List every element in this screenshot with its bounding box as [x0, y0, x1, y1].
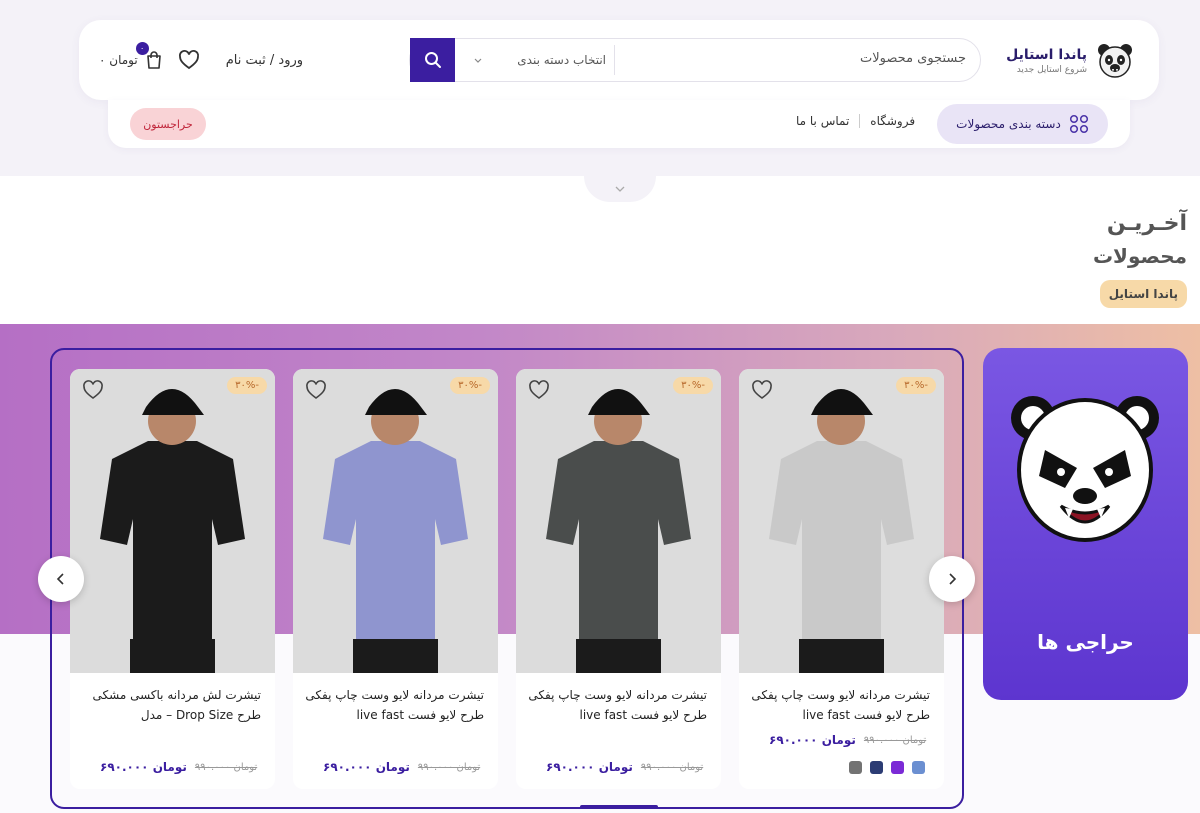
cart-button[interactable]: ۰ تومان ۰ — [99, 42, 164, 70]
nav-link-shop[interactable]: فروشگاه — [870, 114, 915, 128]
brand-name: پاندا استایل — [1006, 47, 1087, 63]
product-name[interactable]: تیشرت مردانه لایو وست چاپ پفکی طرح لایو … — [527, 685, 707, 725]
section-title: آخـریـن محصولات — [1093, 211, 1187, 268]
nav-link-contact[interactable]: تماس با ما — [796, 114, 849, 128]
discount-badge: ۳۰%- — [450, 377, 490, 394]
product-image[interactable] — [293, 369, 498, 673]
scroll-down-tab[interactable] — [584, 176, 656, 202]
color-swatch[interactable] — [849, 761, 862, 774]
product-photo — [70, 369, 275, 673]
brand-tagline: شروع استایل جدید — [1016, 65, 1087, 75]
chevron-down-icon — [474, 58, 482, 63]
section-title-line2: محصولات — [1092, 244, 1187, 268]
slider-prev-button[interactable] — [38, 556, 84, 602]
product-card[interactable]: ۳۰%- تیشرت لش مردانه باکسی مشکی طرح Drop… — [70, 369, 275, 789]
site-logo[interactable]: پاندا استایل شروع استایل جدید — [1006, 40, 1135, 82]
product-photo — [293, 369, 498, 673]
chevron-down-icon — [615, 186, 625, 192]
category-select-label: انتخاب دسته بندی — [517, 53, 606, 67]
product-image[interactable] — [70, 369, 275, 673]
product-name[interactable]: تیشرت مردانه لایو وست چاپ پفکی طرح لایو … — [750, 685, 930, 725]
chevron-left-icon — [56, 573, 64, 585]
product-name[interactable]: تیشرت مردانه لایو وست چاپ پفکی طرح لایو … — [304, 685, 484, 725]
slider-scrollbar[interactable] — [580, 805, 658, 809]
main-nav: دسته بندی محصولات تماس با ما فروشگاه حرا… — [108, 100, 1130, 148]
price-original: ۹۹۰.۰۰۰ تومان — [640, 761, 704, 773]
price-row: ۶۹۰.۰۰۰ تومان ۹۹۰.۰۰۰ تومان — [100, 760, 257, 774]
heart-icon[interactable] — [82, 379, 104, 401]
color-swatches — [849, 761, 925, 774]
price-original: ۹۹۰.۰۰۰ تومان — [194, 761, 258, 773]
price-current: ۶۹۰.۰۰۰ تومان — [100, 760, 187, 774]
color-swatch[interactable] — [870, 761, 883, 774]
cart-count-badge: ۰ — [135, 42, 149, 55]
search-input[interactable] — [626, 51, 966, 66]
price-current: ۶۹۰.۰۰۰ تومان — [769, 733, 856, 747]
cart-total: ۰ تومان — [99, 53, 138, 67]
product-photo — [516, 369, 721, 673]
product-name[interactable]: تیشرت لش مردانه باکسی مشکی طرح Drop Size… — [81, 685, 261, 725]
product-image[interactable] — [739, 369, 944, 673]
color-swatch[interactable] — [912, 761, 925, 774]
search-bar: انتخاب دسته بندی — [409, 38, 981, 82]
heart-icon[interactable] — [305, 379, 327, 401]
price-current: ۶۹۰.۰۰۰ تومان — [323, 760, 410, 774]
price-current: ۶۹۰.۰۰۰ تومان — [546, 760, 633, 774]
color-swatch[interactable] — [891, 761, 904, 774]
product-image[interactable] — [516, 369, 721, 673]
site-header: پاندا استایل شروع استایل جدید انتخاب دست… — [79, 20, 1159, 100]
nav-links: تماس با ما فروشگاه — [796, 114, 915, 128]
nav-divider — [859, 114, 861, 128]
sale-button[interactable]: حراجستون — [130, 108, 206, 140]
categories-menu-button[interactable]: دسته بندی محصولات — [937, 104, 1108, 144]
product-card[interactable]: ۳۰%- تیشرت مردانه لایو وست چاپ پفکی طرح … — [293, 369, 498, 789]
heart-icon[interactable] — [751, 379, 773, 401]
grid-icon — [1069, 114, 1088, 134]
categories-menu-label: دسته بندی محصولات — [956, 117, 1061, 131]
brand-tag: پاندا استایل — [1099, 280, 1187, 308]
login-register-link[interactable]: ورود / ثبت نام — [226, 53, 303, 68]
price-original: ۹۹۰.۰۰۰ تومان — [863, 734, 927, 746]
panda-logo-icon — [1098, 44, 1132, 78]
wishlist-heart-icon[interactable] — [178, 49, 200, 71]
product-photo — [739, 369, 944, 673]
price-row: ۶۹۰.۰۰۰ تومان ۹۹۰.۰۰۰ تومان — [323, 760, 480, 774]
product-card[interactable]: ۳۰%- تیشرت مردانه لایو وست چاپ پفکی طرح … — [516, 369, 721, 789]
category-select[interactable]: انتخاب دسته بندی — [465, 45, 615, 75]
discount-badge: ۳۰%- — [896, 377, 936, 394]
price-original: ۹۹۰.۰۰۰ تومان — [417, 761, 481, 773]
discount-badge: ۳۰%- — [227, 377, 267, 394]
heart-icon[interactable] — [528, 379, 550, 401]
header-actions: ۰ تومان ۰ ورود / ثبت نام — [99, 42, 303, 71]
discount-badge: ۳۰%- — [673, 377, 713, 394]
deals-label: حراجی ها — [1037, 630, 1134, 654]
panda-mascot-icon — [1011, 396, 1159, 542]
search-button[interactable] — [410, 38, 455, 82]
price-row: ۶۹۰.۰۰۰ تومان ۹۹۰.۰۰۰ تومان — [546, 760, 703, 774]
search-icon — [424, 52, 441, 68]
slider-next-button[interactable] — [929, 556, 975, 602]
product-card[interactable]: ۳۰%- تیشرت مردانه لایو وست چاپ پفکی طرح … — [739, 369, 944, 789]
section-title-line1: آخـریـن — [1106, 211, 1187, 236]
chevron-right-icon — [949, 573, 957, 585]
price-row: ۶۹۰.۰۰۰ تومان ۹۹۰.۰۰۰ تومان — [769, 733, 926, 747]
